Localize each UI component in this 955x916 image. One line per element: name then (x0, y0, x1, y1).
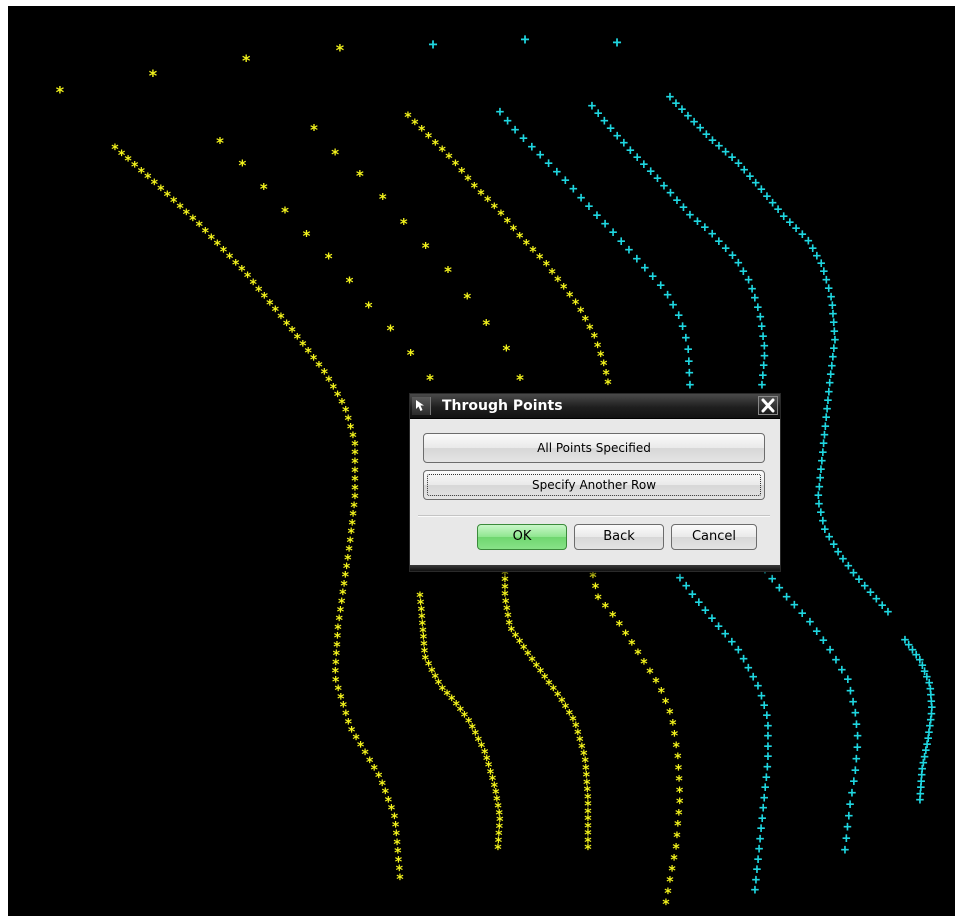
yellow-point-marker: * (259, 180, 268, 198)
yellow-point-marker: * (280, 204, 289, 222)
cyan-point-marker: + (612, 33, 621, 51)
yellow-point-marker: * (584, 842, 592, 858)
cyan-point-marker: + (751, 882, 759, 898)
yellow-point-marker: * (425, 371, 434, 389)
yellow-point-marker: * (148, 66, 158, 85)
cyan-point-marker: + (916, 792, 924, 808)
yellow-point-marker: * (335, 41, 345, 60)
cyan-point-marker: + (841, 842, 849, 858)
dialog-bottom-bar (410, 565, 780, 571)
yellow-point-marker: * (494, 842, 502, 858)
dialog-separator (418, 515, 770, 517)
yellow-point-marker: * (302, 227, 311, 245)
select-arrow-icon (412, 397, 431, 415)
yellow-point-marker: * (345, 273, 354, 291)
cyan-point-marker: + (758, 377, 766, 393)
yellow-point-marker: * (463, 289, 472, 307)
dialog-title: Through Points (442, 398, 563, 414)
through-points-dialog: Through Points All Points Specified Spec… (409, 393, 781, 572)
cancel-button[interactable]: Cancel (671, 524, 757, 550)
yellow-point-marker: * (331, 146, 340, 164)
cyan-point-marker: + (884, 604, 892, 620)
yellow-point-marker: * (238, 156, 247, 174)
yellow-point-marker: * (399, 215, 408, 233)
dialog-titlebar[interactable]: Through Points (410, 394, 780, 419)
yellow-point-marker: * (515, 371, 524, 389)
cyan-point-marker: + (520, 30, 529, 48)
yellow-point-marker: * (406, 346, 415, 364)
cyan-point-marker: + (511, 122, 519, 138)
yellow-point-marker: * (396, 872, 404, 888)
cyan-point-marker: + (553, 164, 561, 180)
yellow-point-marker: * (502, 342, 511, 360)
yellow-point-marker: * (443, 263, 452, 281)
all-points-specified-button[interactable]: All Points Specified (423, 433, 765, 463)
cyan-point-marker: + (686, 377, 694, 393)
yellow-point-marker: * (662, 897, 670, 913)
yellow-point-marker: * (604, 377, 612, 393)
yellow-point-marker: * (364, 299, 373, 317)
specify-another-row-button[interactable]: Specify Another Row (423, 470, 765, 500)
yellow-point-marker: * (55, 83, 65, 102)
yellow-point-marker: * (378, 190, 387, 208)
cyan-point-marker: + (528, 139, 536, 155)
yellow-point-marker: * (241, 51, 251, 70)
yellow-point-marker: * (421, 239, 430, 257)
yellow-point-marker: * (355, 167, 364, 185)
yellow-point-marker: * (386, 322, 395, 340)
cyan-point-marker: + (544, 156, 552, 172)
cyan-point-marker: + (519, 131, 527, 147)
yellow-point-marker: * (324, 250, 333, 268)
specify-another-row-label: Specify Another Row (427, 474, 761, 496)
close-icon[interactable] (758, 396, 778, 415)
back-button[interactable]: Back (574, 524, 664, 550)
cyan-point-marker: + (428, 35, 437, 53)
yellow-point-marker: * (309, 121, 318, 139)
ok-button[interactable]: OK (477, 524, 567, 550)
yellow-point-marker: * (215, 134, 224, 152)
cyan-point-marker: + (536, 147, 544, 163)
yellow-point-marker: * (482, 316, 491, 334)
